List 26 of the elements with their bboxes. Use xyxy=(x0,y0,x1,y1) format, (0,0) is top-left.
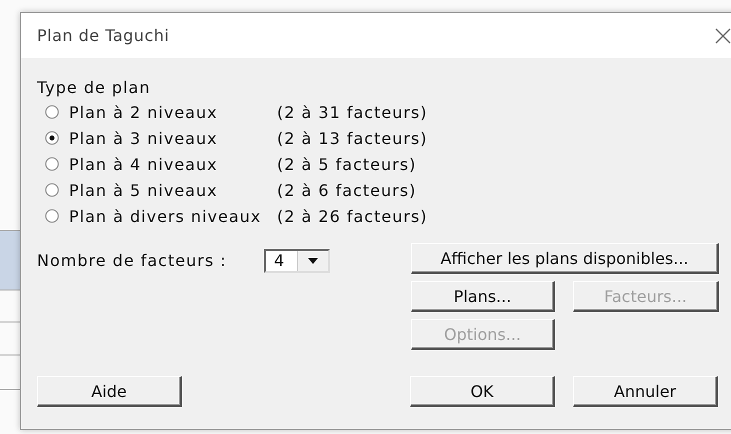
radio-button[interactable] xyxy=(45,183,59,197)
radio-button[interactable] xyxy=(45,105,59,119)
window-title: Plan de Taguchi xyxy=(37,26,170,45)
factor-range: (2 à 31 facteurs) xyxy=(276,102,428,122)
factor-range: (2 à 6 facteurs) xyxy=(276,180,418,200)
radio-button[interactable] xyxy=(45,157,59,171)
radio-label[interactable]: Plan à 2 niveaux xyxy=(69,102,273,122)
field-label: Nombre de facteurs : xyxy=(37,251,228,270)
radio-button[interactable] xyxy=(45,131,59,145)
close-icon[interactable] xyxy=(715,28,731,44)
radio-label[interactable]: Plan à divers niveaux xyxy=(69,206,273,226)
dialog-button[interactable]: Plans... xyxy=(411,281,555,312)
factor-range: (2 à 13 facteurs) xyxy=(276,128,428,148)
dialog-button[interactable]: Annuler xyxy=(573,376,718,407)
radio-label[interactable]: Plan à 3 niveaux xyxy=(69,128,273,148)
factor-count-dropdown[interactable]: 4 xyxy=(264,248,330,272)
group-label: Type de plan xyxy=(37,78,152,97)
radio-label[interactable]: Plan à 4 niveaux xyxy=(69,154,273,174)
dialog-button[interactable]: Aide xyxy=(37,376,182,407)
radio-label[interactable]: Plan à 5 niveaux xyxy=(69,180,273,200)
factor-range: (2 à 5 facteurs) xyxy=(276,154,418,174)
dialog-button[interactable]: Afficher les plans disponibles... xyxy=(411,243,719,274)
radio-button[interactable] xyxy=(45,209,59,223)
dropdown-arrow-icon xyxy=(308,258,318,264)
factor-range: (2 à 26 facteurs) xyxy=(276,206,428,226)
dialog-button[interactable]: OK xyxy=(410,376,555,407)
